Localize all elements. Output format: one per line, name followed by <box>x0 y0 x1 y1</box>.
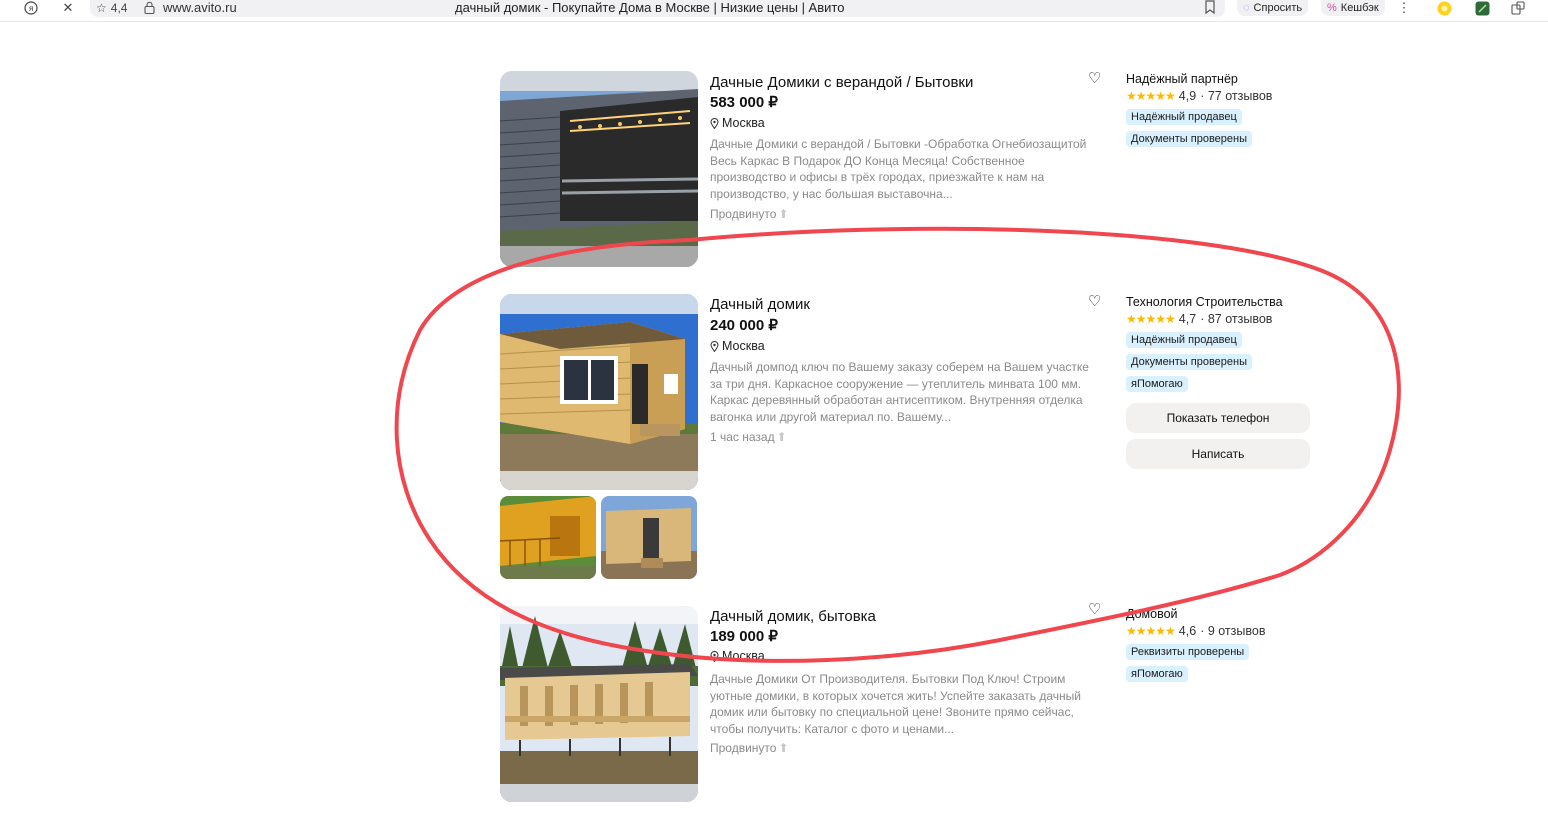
favorite-heart-icon[interactable]: ♡ <box>1088 600 1101 618</box>
badge-documents-checked: Документы проверены <box>1126 131 1253 147</box>
seller-name[interactable]: Домовой <box>1126 607 1316 621</box>
lock-icon[interactable] <box>144 1 155 17</box>
extensions-icon[interactable] <box>1510 0 1526 16</box>
svg-text:я: я <box>29 4 34 13</box>
more-menu-icon[interactable]: ⋮ <box>1398 0 1411 16</box>
listing-price: 583 000 ₽ <box>710 94 778 111</box>
page-title: дачный домик - Покупайте Дома в Москве |… <box>455 0 845 15</box>
badge-documents-checked: Документы проверены <box>1126 354 1253 370</box>
listing-photo[interactable] <box>500 606 698 802</box>
favorite-heart-icon[interactable]: ♡ <box>1088 292 1101 310</box>
listing-description: Дачные Домики с верандой / Бытовки -Обра… <box>710 137 1087 201</box>
listing-title[interactable]: Дачный домик <box>710 296 810 313</box>
listing-photo[interactable] <box>500 294 698 490</box>
address-bar[interactable]: ☆ 4,4 www.avito.ru дачный домик - Покупай… <box>90 0 1225 17</box>
listing-card[interactable]: Дачный домик, бытовка 189 000 ₽ Москва Д… <box>500 601 1320 806</box>
listing-location: Москва <box>710 116 765 130</box>
listing-thumbnail[interactable] <box>601 496 697 579</box>
listing-meta: Продвинуто ⬆ <box>710 207 789 221</box>
arrow-up-icon: ⬆ <box>776 430 787 444</box>
url-text[interactable]: www.avito.ru <box>163 0 237 15</box>
listing-title[interactable]: Дачный домик, бытовка <box>710 608 876 625</box>
listing-price: 240 000 ₽ <box>710 317 778 334</box>
ask-button[interactable]: ◌ Спросить <box>1237 0 1309 16</box>
listing-price: 189 000 ₽ <box>710 628 778 645</box>
listing-title[interactable]: Дачные Домики с верандой / Бытовки <box>710 74 973 91</box>
bookmark-icon[interactable] <box>1204 0 1216 17</box>
location-pin-icon <box>710 117 719 129</box>
listing-meta: Продвинуто ⬆ <box>710 741 789 755</box>
star-outline-icon: ☆ <box>96 1 107 15</box>
badge-reliable-seller: Надёжный продавец <box>1126 332 1242 348</box>
favorite-heart-icon[interactable]: ♡ <box>1088 69 1101 87</box>
ask-icon: ◌ <box>1243 2 1250 14</box>
listing-location: Москва <box>710 649 765 663</box>
location-pin-icon <box>710 650 719 662</box>
yandex-logo-icon[interactable]: я <box>20 0 42 16</box>
close-icon[interactable]: ✕ <box>60 0 76 16</box>
listing-card[interactable]: Дачный домик 240 000 ₽ Москва Дачный дом… <box>500 292 1320 584</box>
listing-card[interactable]: Дачные Домики с верандой / Бытовки 583 0… <box>500 69 1320 271</box>
badge-ya-pomogayu: яПомогаю <box>1126 666 1188 682</box>
rating-stars-icon: ★★★★★ <box>1126 312 1176 326</box>
seller-rating[interactable]: ★★★★★ 4,9 · 77 отзывов <box>1126 89 1316 103</box>
listing-photo[interactable] <box>500 71 698 267</box>
badge-reliable-seller: Надёжный продавец <box>1126 109 1242 125</box>
extension-yellow-icon[interactable] <box>1436 0 1452 16</box>
extension-green-icon[interactable] <box>1474 0 1490 16</box>
arrow-up-icon: ⬆ <box>778 741 789 755</box>
rating-stars-icon: ★★★★★ <box>1126 89 1176 103</box>
badge-requisites-checked: Реквизиты проверены <box>1126 644 1250 660</box>
listing-description: Дачные Домики От Производителя. Бытовки … <box>710 672 1081 736</box>
seller-info: Надёжный партнёр ★★★★★ 4,9 · 77 отзывов На… <box>1126 72 1316 147</box>
seller-info: Домовой ★★★★★ 4,6 · 9 отзывов Реквизиты пр… <box>1126 607 1316 682</box>
seller-rating[interactable]: ★★★★★ 4,7 · 87 отзывов <box>1126 312 1316 326</box>
percent-icon: % <box>1327 2 1337 14</box>
listing-thumbnail[interactable] <box>500 496 596 579</box>
listing-meta: 1 час назад ⬆ <box>710 430 787 444</box>
write-message-button[interactable]: Написать <box>1126 439 1310 469</box>
listing-description: Дачный домпод ключ по Вашему заказу собе… <box>710 360 1089 424</box>
arrow-up-icon: ⬆ <box>778 207 789 221</box>
location-pin-icon <box>710 340 719 352</box>
cashback-button[interactable]: % Кешбэк <box>1321 0 1385 16</box>
browser-toolbar: я ✕ ☆ 4,4 www.avito.ru дачный домик - Пок… <box>0 0 1548 22</box>
badge-ya-pomogayu: яПомогаю <box>1126 376 1188 392</box>
rating-stars-icon: ★★★★★ <box>1126 624 1176 638</box>
seller-name[interactable]: Технология Строительства <box>1126 295 1316 309</box>
seller-rating[interactable]: ★★★★★ 4,6 · 9 отзывов <box>1126 624 1316 638</box>
listing-location: Москва <box>710 339 765 353</box>
seller-name[interactable]: Надёжный партнёр <box>1126 72 1316 86</box>
site-rating[interactable]: ☆ 4,4 <box>96 1 127 15</box>
show-phone-button[interactable]: Показать телефон <box>1126 403 1310 433</box>
seller-info: Технология Строительства ★★★★★ 4,7 · 87 от… <box>1126 295 1316 469</box>
